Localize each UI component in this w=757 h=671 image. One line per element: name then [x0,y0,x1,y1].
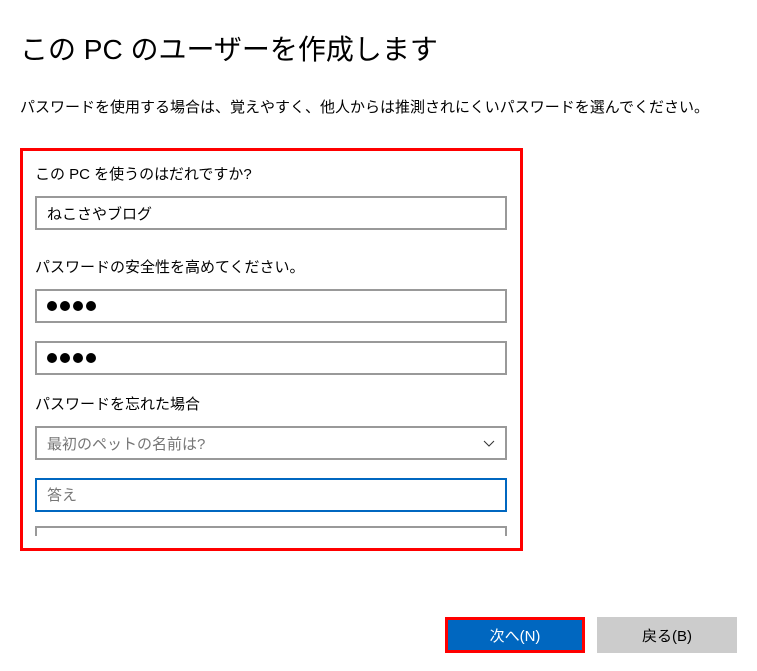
password-dot [47,353,57,363]
next-button[interactable]: 次へ(N) [445,617,585,653]
chevron-down-icon [483,437,495,449]
password-dot [73,301,83,311]
back-button[interactable]: 戻る(B) [597,617,737,653]
password-dot [86,301,96,311]
confirm-password-input[interactable] [35,341,507,375]
button-row: 次へ(N) 戻る(B) [445,617,737,653]
recovery-label: パスワードを忘れた場合 [35,393,508,414]
security-answer-input[interactable] [35,478,507,512]
page-description: パスワードを使用する場合は、覚えやすく、他人からは推測されにくいパスワードを選ん… [20,96,737,120]
username-input[interactable] [35,196,507,230]
username-label: この PC を使うのはだれですか? [35,163,508,184]
password-dot [60,301,70,311]
password-dot [73,353,83,363]
partial-next-field [35,526,507,536]
password-label: パスワードの安全性を高めてください。 [35,256,508,277]
page-title: この PC のユーザーを作成します [20,28,737,68]
password-input[interactable] [35,289,507,323]
password-dot [60,353,70,363]
form-highlight-box: この PC を使うのはだれですか? パスワードの安全性を高めてください。 パスワ… [20,148,523,551]
security-question-text: 最初のペットの名前は? [47,433,483,454]
password-dot [86,353,96,363]
security-question-select[interactable]: 最初のペットの名前は? [35,426,507,460]
password-dot [47,301,57,311]
